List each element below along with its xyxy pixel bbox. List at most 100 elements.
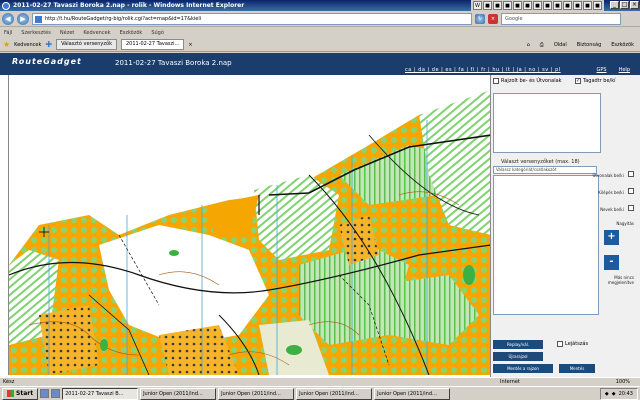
replay-button[interactable]: Replay/vál. [493, 340, 543, 349]
refresh-icon[interactable]: ↻ [475, 13, 485, 24]
toolbar-icon[interactable]: W [473, 1, 482, 10]
selected-runners-list[interactable] [493, 93, 601, 153]
tool-page[interactable]: Oldal [554, 42, 567, 48]
names-toggle-checkbox[interactable] [628, 205, 634, 211]
toolbar-icon[interactable]: ■ [563, 1, 572, 10]
exit-toggle-label: Kilépés be/ki [598, 190, 624, 195]
home-icon[interactable]: ⌂ [527, 42, 530, 48]
window-title: 2011-02-27 Tavaszi Boroka 2.nap - rolik … [13, 2, 245, 9]
tab-event[interactable]: 2011-02-27 Tavaszi... [120, 39, 185, 50]
quicklaunch-icon[interactable] [51, 389, 61, 398]
add-favorite-icon[interactable]: ✚ [45, 40, 52, 49]
taskbar-item[interactable]: 2011-02-27 Tavaszi B... [62, 387, 139, 400]
zoom-in-button[interactable]: + [604, 230, 619, 245]
menu-tools[interactable]: Eszközök [120, 30, 143, 36]
replay-label: Lejátszás [565, 341, 589, 347]
tab-competitors[interactable]: Választó versenyzők [56, 39, 117, 50]
routes-toggle-label: Útvonalak be/ki [592, 173, 624, 178]
tool-safety[interactable]: Biztonság [577, 42, 601, 48]
tab-close-icon[interactable]: × [188, 42, 192, 48]
menu-file[interactable]: Fájl [4, 30, 12, 36]
maximize-button[interactable]: □ [620, 1, 629, 9]
map-drawing [9, 75, 490, 375]
toolbar-icon[interactable]: ■ [503, 1, 512, 10]
toolbar-icon[interactable]: ■ [513, 1, 522, 10]
language-links[interactable]: ca | da | de | es | fa | fi | fr | hu | … [405, 67, 561, 73]
toolbar-icon[interactable]: ■ [483, 1, 492, 10]
routegadget-app: RouteGadget 2011-02-27 Tavaszi Boroka 2.… [0, 53, 640, 377]
names-toggle-label: Nevek be/ki [600, 207, 624, 212]
close-button[interactable]: × [630, 1, 639, 9]
taskbar-item[interactable]: Junior Open (2011/ind... [296, 387, 373, 400]
tray-icon[interactable]: ◆ [605, 391, 609, 397]
help-link[interactable]: Help [619, 67, 630, 73]
tool-tools[interactable]: Eszközök [611, 42, 634, 48]
gps-link[interactable]: GPS [597, 67, 607, 73]
taskbar-item[interactable]: Junior Open (2011/ind... [374, 387, 451, 400]
menu-view[interactable]: Nézet [60, 30, 74, 36]
exit-toggle: Kilépés be/ki [598, 188, 634, 195]
toolbar-icon[interactable]: ■ [573, 1, 582, 10]
tag-label: Tagadtr be/kí [583, 78, 616, 84]
save-drawing-button[interactable]: Mentés a rajzon [493, 364, 553, 373]
taskbar-item[interactable]: Junior Open (2011/ind... [218, 387, 295, 400]
toolbar-icon[interactable]: ■ [583, 1, 592, 10]
zoom-label: Nagyítás [616, 221, 634, 226]
header-links: GPS Help [597, 67, 630, 73]
save-button[interactable]: Mentés [559, 364, 595, 373]
runners-list[interactable] [493, 175, 599, 315]
url-input[interactable]: http://t.hu/RouteGadget/rg-big/rolik.cgi… [32, 12, 472, 25]
start-button[interactable]: Start [2, 387, 39, 400]
search-input[interactable]: Google [501, 12, 621, 25]
favorites-bar: ★ Kedvencek ✚ Választó versenyzők 2011-0… [0, 38, 640, 52]
toolbar-icon[interactable]: ■ [493, 1, 502, 10]
replay-checkbox[interactable] [557, 341, 563, 347]
tag-row: ✓ Tagadtr be/kí [575, 78, 616, 84]
toolbar-icon[interactable]: ■ [533, 1, 542, 10]
toolbar-icon[interactable]: ■ [543, 1, 552, 10]
forward-button[interactable]: ▶ [17, 12, 29, 25]
back-button[interactable]: ◀ [2, 12, 14, 25]
routegadget-logo: RouteGadget [12, 57, 82, 66]
stop-icon[interactable]: × [488, 13, 498, 24]
status-text: Kész [3, 379, 15, 385]
window-controls: _ □ × [610, 1, 639, 9]
tag-checkbox[interactable]: ✓ [575, 78, 581, 84]
draw-routes-row: Rajzolt be- és Útvonalak [493, 78, 562, 84]
routes-toggle: Útvonalak be/ki [592, 171, 634, 178]
quicklaunch-icon[interactable] [40, 389, 50, 398]
menu-help[interactable]: Súgó [151, 30, 164, 36]
toolbar-icon[interactable]: ■ [523, 1, 532, 10]
print-icon[interactable]: ⎙ [540, 42, 544, 48]
zoom-out-button[interactable]: - [604, 255, 619, 270]
top-tool-icons: W ■ ■ ■ ■ ■ ■ ■ ■ ■ ■ ■ ■ [471, 0, 604, 11]
taskbar-item[interactable]: Junior Open (2011/ind... [140, 387, 217, 400]
star-icon[interactable]: ★ [3, 40, 10, 49]
minimize-button[interactable]: _ [610, 1, 619, 9]
orienteering-map[interactable] [8, 75, 490, 375]
tray-icon[interactable]: ◆ [612, 391, 616, 397]
runner-section-label: Választ versenyzőket (max. 18) [501, 159, 580, 165]
toolbar-icon[interactable]: ■ [593, 1, 602, 10]
favorites-button[interactable]: Kedvencek [14, 42, 41, 48]
system-tray: ◆ ◆ 20:43 [599, 388, 638, 400]
event-title: 2011-02-27 Tavaszi Boroka 2.nap [115, 59, 232, 67]
routes-toggle-checkbox[interactable] [628, 171, 634, 177]
menu-bar: Fájl Szerkesztés Nézet Kedvencek Eszközö… [0, 27, 640, 38]
app-header: RouteGadget 2011-02-27 Tavaszi Boroka 2.… [0, 53, 640, 75]
exit-toggle-checkbox[interactable] [628, 188, 634, 194]
redraw-button[interactable]: Újrarajzol [493, 352, 543, 361]
names-toggle: Nevek be/ki [600, 205, 634, 212]
clock: 20:43 [618, 391, 633, 397]
start-label: Start [16, 389, 34, 397]
category-select[interactable]: Válassz kategóriát/csatlakozót [493, 166, 597, 174]
draw-routes-checkbox[interactable] [493, 78, 499, 84]
address-bar: ◀ ▶ http://t.hu/RouteGadget/rg-big/rolik… [0, 11, 640, 27]
command-bar: ⌂ ⎙ Oldal Biztonság Eszközök [527, 38, 634, 52]
other-label: Más nincs megjelenítve [607, 275, 634, 285]
replay-row: Lejátszás [557, 341, 588, 347]
windows-logo-icon [7, 390, 14, 397]
toolbar-icon[interactable]: ■ [553, 1, 562, 10]
menu-favorites[interactable]: Kedvencek [83, 30, 110, 36]
menu-edit[interactable]: Szerkesztés [21, 30, 51, 36]
